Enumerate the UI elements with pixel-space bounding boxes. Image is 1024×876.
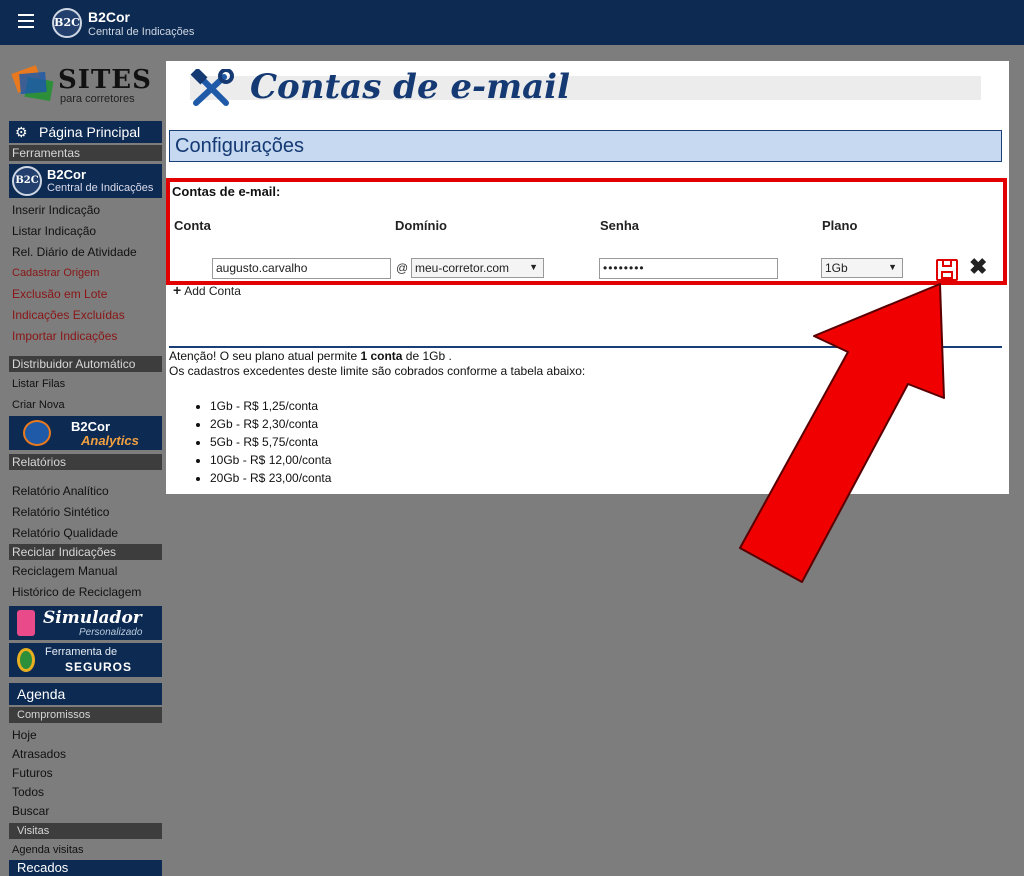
sidebar-item-futuros[interactable]: Futuros [9,764,162,782]
column-header-senha: Senha [600,218,640,233]
configuracoes-header: Configurações [169,130,1002,162]
sidebar-item-hoje[interactable]: Hoje [9,726,162,744]
column-header-conta: Conta [174,218,211,233]
senha-input[interactable]: •••••••• [599,258,778,279]
dropdown-arrow-icon: ▼ [529,262,538,272]
sidebar-item-historico-reciclagem[interactable]: Histórico de Reciclagem [9,583,162,601]
brand-subtitle: Central de Indicações [88,26,195,38]
plan-notice: Atenção! O seu plano atual permite 1 con… [169,349,586,378]
contas-label: Contas de e-mail: [172,184,281,199]
b2cor-analytics-banner[interactable]: B2Cor Analytics [9,416,162,450]
sidebar-item-relatorio-analitico[interactable]: Relatório Analítico [9,482,162,500]
sidebar-section-distribuidor: Distribuidor Automático [9,356,162,372]
simulador-banner[interactable]: Simulador Personalizado [9,606,162,640]
list-item: 2Gb - R$ 2,30/conta [210,415,331,433]
sidebar-item-exclusao-lote[interactable]: Exclusão em Lote [9,285,162,303]
column-header-plano: Plano [822,218,858,233]
sidebar-section-ferramentas: Ferramentas [9,145,162,161]
save-icon[interactable] [936,259,958,281]
sidebar-item-criar-nova[interactable]: Criar Nova [9,396,162,414]
column-header-dominio: Domínio [395,218,447,233]
seguros-banner[interactable]: Ferramenta de SEGUROS [9,643,162,677]
simulador-icon [17,610,35,636]
list-item: 1Gb - R$ 1,25/conta [210,397,331,415]
delete-icon[interactable]: ✖ [969,256,987,278]
plans-list: 1Gb - R$ 1,25/conta 2Gb - R$ 2,30/conta … [210,397,331,487]
top-bar: B2C B2Cor Central de Indicações [0,0,1024,45]
dropdown-arrow-icon: ▼ [888,262,897,272]
conta-input[interactable]: augusto.carvalho [212,258,391,279]
analytics-icon [23,420,51,446]
sidebar-item-cadastrar-origem[interactable]: Cadastrar Origem [9,264,162,282]
annotation-arrow-icon [739,283,945,583]
sidebar-item-buscar[interactable]: Buscar [9,802,162,820]
sidebar-item-reciclagem-manual[interactable]: Reciclagem Manual [9,562,162,580]
sidebar-item-inserir-indicacao[interactable]: Inserir Indicação [9,201,162,219]
list-item: 5Gb - R$ 5,75/conta [210,433,331,451]
sidebar-item-recados[interactable]: Recados [9,860,162,876]
sidebar-section-reciclar: Reciclar Indicações [9,544,162,560]
sidebar-item-importar-indicacoes[interactable]: Importar Indicações [9,327,162,345]
b2cor-logo-icon: B2C [12,166,42,196]
page-title: Contas de e-mail [250,67,570,107]
sidebar-section-visitas: Visitas [9,823,162,839]
b2cor-banner[interactable]: B2C B2Cor Central de Indicações [9,164,162,198]
sidebar-item-indicacoes-excluidas[interactable]: Indicações Excluídas [9,306,162,324]
list-item: 20Gb - R$ 23,00/conta [210,469,331,487]
sidebar-item-relatorio-qualidade[interactable]: Relatório Qualidade [9,524,162,542]
sidebar-item-relatorio-sintetico[interactable]: Relatório Sintético [9,503,162,521]
lock-icon [17,648,35,672]
sidebar-item-agenda[interactable]: Agenda [9,683,162,705]
b2cor-logo-icon: B2C [52,8,82,38]
sidebar-item-pagina-principal[interactable]: ⚙ Página Principal [9,121,162,143]
hamburger-menu-icon[interactable] [18,14,34,28]
sidebar-item-rel-diario[interactable]: Rel. Diário de Atividade [9,243,162,261]
sidebar-item-listar-indicacao[interactable]: Listar Indicação [9,222,162,240]
sidebar-item-todos[interactable]: Todos [9,783,162,801]
plano-select[interactable]: 1Gb ▼ [821,258,903,278]
plus-icon: + [173,282,182,298]
sidebar-section-compromissos: Compromissos [9,707,162,723]
brand-title: B2Cor [88,9,131,25]
sidebar-item-listar-filas[interactable]: Listar Filas [9,375,162,393]
sidebar-item-atrasados[interactable]: Atrasados [9,745,162,763]
list-item: 10Gb - R$ 12,00/conta [210,451,331,469]
at-symbol: @ [396,261,409,275]
sites-logo[interactable]: SITES para corretores [11,65,154,109]
dominio-select[interactable]: meu-corretor.com ▼ [411,258,544,278]
sidebar-section-relatorios: Relatórios [9,454,162,470]
sidebar-item-agenda-visitas[interactable]: Agenda visitas [9,841,162,859]
tools-icon [190,69,234,106]
add-account-link[interactable]: + Add Conta [173,282,241,298]
gear-icon: ⚙ [15,124,28,140]
